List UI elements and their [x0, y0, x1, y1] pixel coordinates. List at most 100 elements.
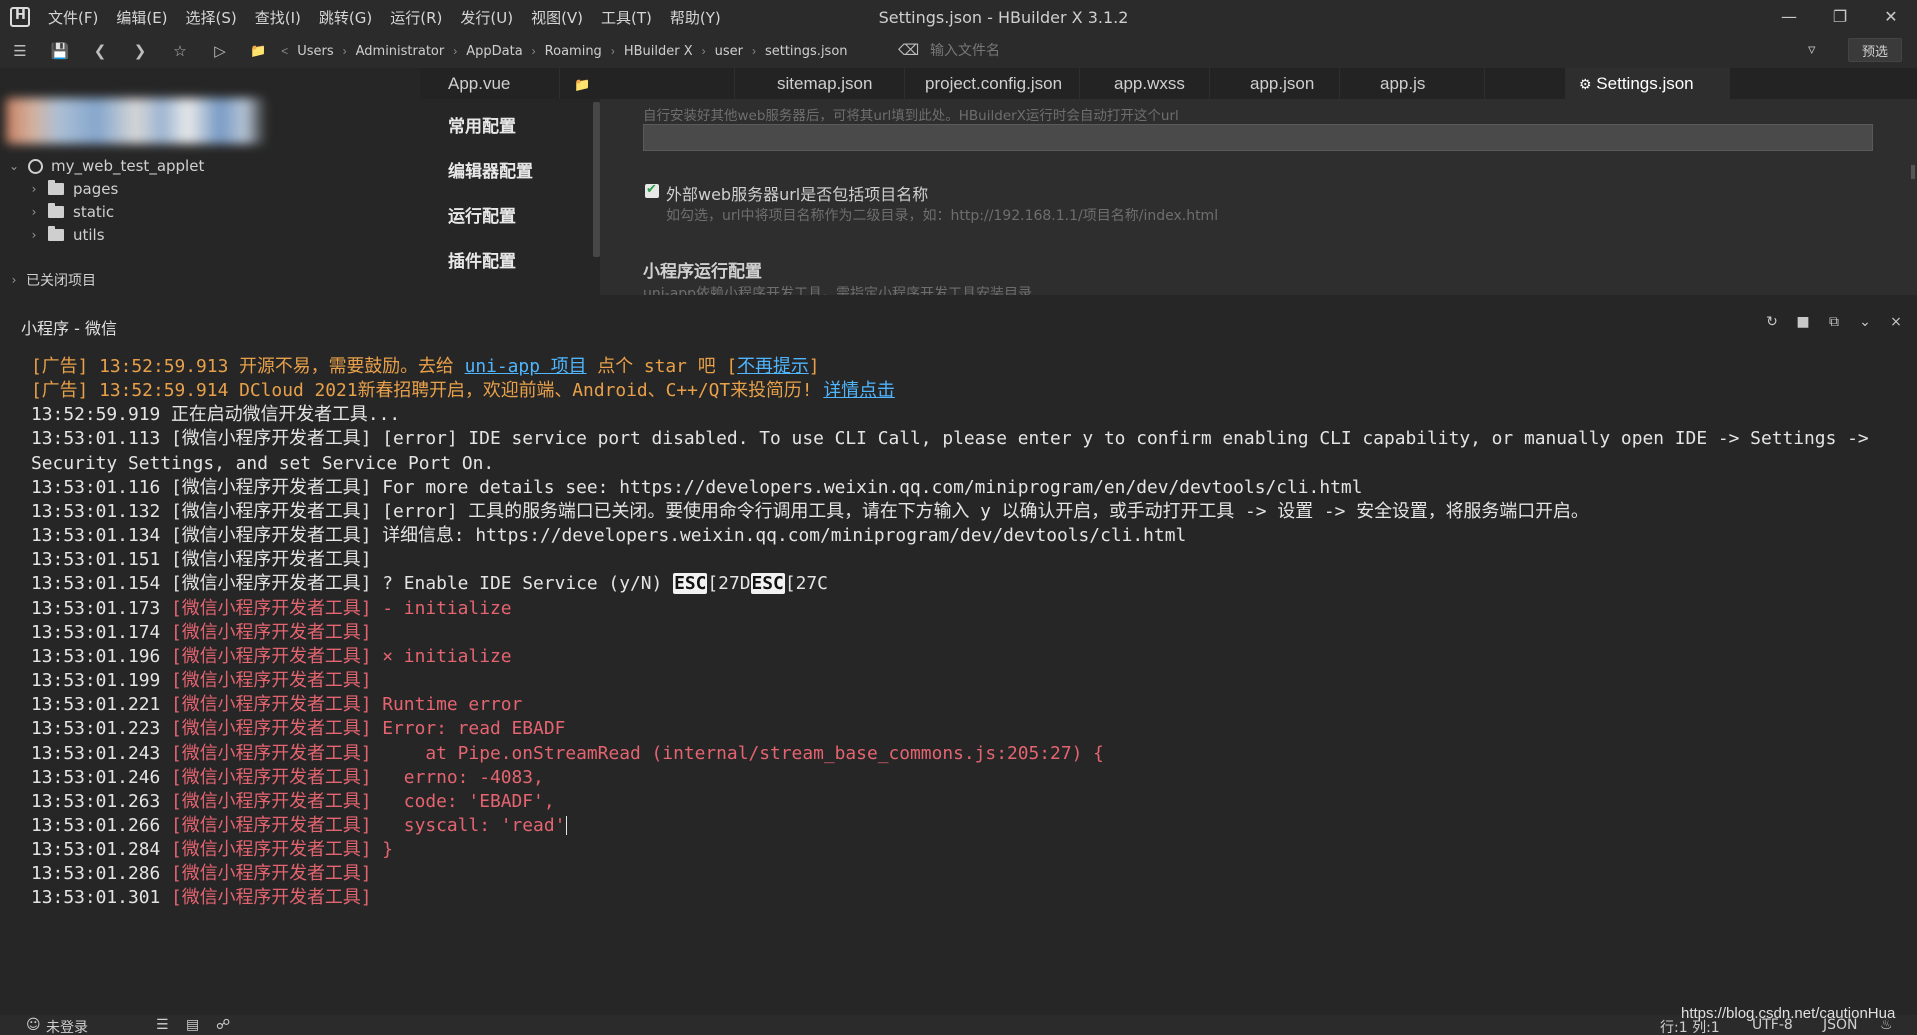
chevron-right-icon[interactable]: › [28, 205, 40, 219]
breadcrumb-separator: › [610, 44, 615, 58]
log-line-error: 13:53:01.173 [微信小程序开发者工具] - initialize [31, 597, 1917, 621]
maximize-icon[interactable]: ⧉ [1824, 314, 1844, 330]
login-status[interactable]: 未登录 [46, 1017, 88, 1035]
log-line: 13:53:01.113 [微信小程序开发者工具] [error] IDE se… [31, 428, 1880, 474]
folder-label: static [73, 203, 115, 221]
back-icon[interactable]: ❮ [80, 37, 120, 65]
log-text: ] [808, 356, 820, 377]
settings-nav-scrollbar[interactable] [593, 102, 600, 257]
restore-button[interactable]: ❐ [1820, 4, 1860, 30]
log-tag: [微信小程序开发者工具] [171, 645, 372, 667]
tab-project-config-json[interactable]: project.config.json [905, 68, 1080, 99]
log-timestamp: 13:53:01.301 [31, 887, 172, 909]
closed-projects-label: 已关闭项目 [26, 273, 96, 289]
log-line: 13:53:01.134 [微信小程序开发者工具] 详细信息: https://… [31, 525, 1187, 547]
section-hint: uni-app依赖小程序开发工具，需指定小程序开发工具安装目录 [643, 286, 1033, 295]
forward-icon[interactable]: ❯ [120, 37, 160, 65]
menu-help[interactable]: 帮助(Y) [670, 7, 721, 28]
editor-tabbar: App.vue 📁my_web_test_applet sitemap.json… [420, 68, 1917, 125]
save-icon[interactable]: 💾 [40, 37, 80, 65]
log-timestamp: 13:53:01.199 [31, 670, 172, 692]
log-timestamp: 13:53:01.243 [31, 742, 172, 764]
minimize-button[interactable]: — [1769, 4, 1809, 30]
close-window-button[interactable]: ✕ [1871, 4, 1911, 30]
user-icon[interactable]: ☺ [26, 1017, 41, 1033]
details-link[interactable]: 详情点击 [823, 380, 895, 401]
log-line: 13:53:01.132 [微信小程序开发者工具] [error] 工具的服务端… [31, 500, 1589, 522]
editor-scrollbar[interactable] [1911, 165, 1915, 179]
project-explorer: ⌄ my_web_test_applet › pages › static › … [0, 68, 420, 335]
include-project-name-checkbox[interactable] [645, 181, 659, 198]
menu-goto[interactable]: 跳转(G) [319, 7, 372, 28]
log-timestamp: 13:53:01.196 [31, 645, 172, 667]
breadcrumb-appdata[interactable]: AppData [466, 44, 522, 59]
closed-projects-group[interactable]: › 已关闭项目 [8, 266, 96, 294]
menu-tools[interactable]: 工具(T) [601, 7, 652, 28]
tab-my-web-test-applet-label[interactable]: 📁my_web_test_applet [560, 68, 735, 125]
log-line-error: 13:53:01.284 [微信小程序开发者工具] } [31, 838, 1917, 862]
log-tag: [微信小程序开发者工具] [171, 839, 372, 861]
chevron-right-icon[interactable]: › [28, 228, 40, 242]
restart-icon[interactable]: ↻ [1762, 314, 1782, 330]
log-line: 13:53:01.151 [微信小程序开发者工具] [31, 549, 372, 571]
breadcrumb-user[interactable]: user [715, 44, 743, 59]
tab-app-vue[interactable]: App.vue [420, 68, 560, 99]
filter-icon[interactable]: ▿ [1808, 40, 1816, 58]
log-message: syscall: 'read' [371, 814, 566, 836]
chevron-right-icon[interactable]: › [28, 182, 40, 196]
tab-app-wxss[interactable]: app.wxss [1080, 68, 1210, 99]
settings-nav-general[interactable]: 常用配置 [448, 112, 516, 137]
log-tag: [微信小程序开发者工具] [171, 766, 372, 788]
menu-select[interactable]: 选择(S) [186, 7, 237, 28]
chevron-down-icon[interactable]: ⌄ [8, 159, 20, 173]
outline-icon[interactable]: ☰ [156, 1017, 169, 1033]
web-server-url-input[interactable] [643, 124, 1873, 151]
breadcrumb-hbuilderx[interactable]: HBuilder X [624, 44, 693, 59]
new-file-icon[interactable]: ☰ [0, 37, 40, 65]
tab-app-json[interactable]: app.json [1210, 68, 1340, 99]
stop-icon[interactable]: ■ [1793, 314, 1813, 330]
log-timestamp: 13:53:01.246 [31, 766, 172, 788]
breadcrumb-administrator[interactable]: Administrator [356, 44, 445, 59]
log-line-error: 13:53:01.286 [微信小程序开发者工具] [31, 862, 1917, 886]
log-line-error: 13:53:01.263 [微信小程序开发者工具] code: 'EBADF', [31, 790, 1917, 814]
run-icon[interactable]: ▷ [200, 37, 240, 65]
breadcrumb-users[interactable]: Users [297, 44, 333, 59]
dismiss-ad-link[interactable]: 不再提示 [737, 356, 809, 377]
settings-nav-plugins[interactable]: 插件配置 [448, 247, 516, 272]
settings-nav-editor[interactable]: 编辑器配置 [448, 157, 533, 182]
bookmark-star-icon[interactable]: ☆ [160, 37, 200, 65]
statusbar: ☺ 未登录 ☰ ▤ ☍ 行:1 列:1 UTF-8 JSON ♨ [0, 1015, 1917, 1035]
menu-file[interactable]: 文件(F) [48, 7, 98, 28]
project-icon [28, 158, 43, 174]
log-line-error: 13:53:01.243 [微信小程序开发者工具] at Pipe.onStre… [31, 742, 1917, 766]
menu-publish[interactable]: 发行(U) [460, 7, 513, 28]
log-line-prompt: 13:53:01.154 [微信小程序开发者工具] ? Enable IDE S… [31, 572, 1917, 596]
menu-view[interactable]: 视图(V) [531, 7, 583, 28]
console-toggle-icon[interactable]: ▤ [186, 1017, 199, 1033]
tab-app-js[interactable]: app.js [1340, 68, 1485, 99]
close-icon[interactable]: × [1886, 314, 1906, 330]
breadcrumb: 📁 < Users › Administrator › AppData › Ro… [250, 44, 848, 59]
breadcrumb-settings-json[interactable]: settings.json [765, 44, 848, 59]
menu-run[interactable]: 运行(R) [390, 7, 442, 28]
menu-edit[interactable]: 编辑(E) [116, 7, 167, 28]
chevron-right-icon[interactable]: › [8, 273, 20, 287]
log-timestamp: 13:53:01.284 [31, 839, 172, 861]
globe-icon[interactable]: ☍ [216, 1017, 230, 1033]
tab-settings-json[interactable]: ⚙ Settings.json [1565, 68, 1730, 99]
settings-nav: 常用配置 编辑器配置 运行配置 插件配置 [420, 99, 595, 295]
uni-app-link[interactable]: uni-app 项目 [465, 356, 587, 377]
tree-folder-utils[interactable]: › utils [28, 221, 105, 249]
console-output: [广告] 13:52:59.913 开源不易，需要鼓励。去给 uni-app 项… [0, 342, 1917, 1015]
file-search-icon: ⌫ [898, 42, 920, 59]
preview-button[interactable]: 预选 [1848, 38, 1902, 62]
file-search-input[interactable] [930, 40, 1550, 62]
settings-nav-run[interactable]: 运行配置 [448, 202, 516, 227]
tab-sitemap-json[interactable]: sitemap.json [735, 68, 905, 99]
breadcrumb-roaming[interactable]: Roaming [545, 44, 602, 59]
log-message: errno: -4083, [371, 766, 544, 788]
log-line-ad: [广告] 13:52:59.913 开源不易，需要鼓励。去给 uni-app 项… [31, 355, 1917, 379]
menu-find[interactable]: 查找(I) [255, 7, 301, 28]
collapse-icon[interactable]: ⌄ [1855, 314, 1875, 330]
